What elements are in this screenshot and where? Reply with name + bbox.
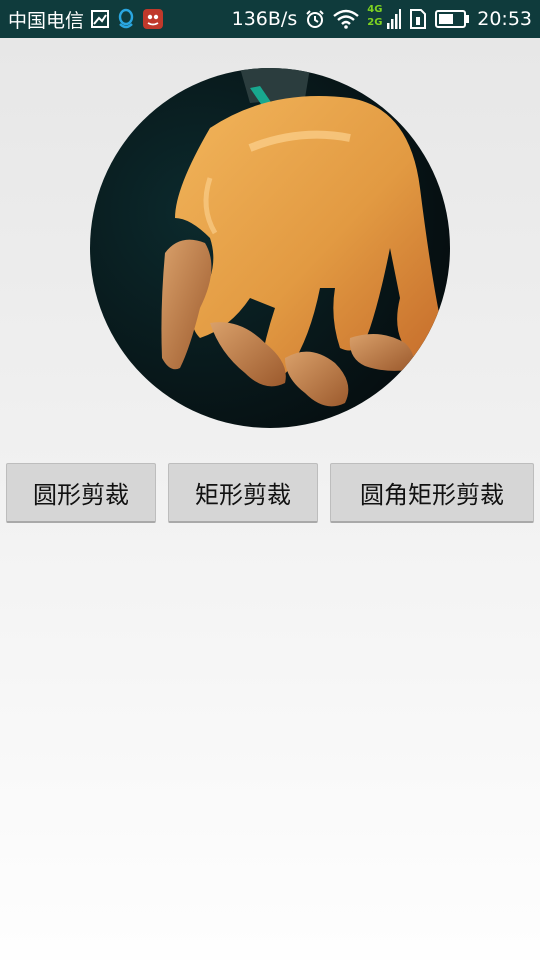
signal-4g-2g-icon: 4G 2G [367, 4, 402, 32]
network-speed: 136B/s [231, 8, 298, 30]
clock: 20:53 [477, 8, 532, 30]
network-2g-label: 2G [367, 17, 383, 28]
rounded-rect-crop-button[interactable]: 圆角矩形剪裁 [330, 463, 534, 523]
gallery-icon [90, 9, 110, 29]
network-4g-label: 4G [367, 4, 383, 15]
circle-crop-button[interactable]: 圆形剪裁 [6, 463, 156, 523]
wifi-icon [333, 9, 360, 29]
cropped-hands-image [90, 68, 450, 428]
status-bar: 中国电信 136B/s 4G 2G 20:53 [0, 0, 540, 38]
crop-buttons-row: 圆形剪裁 矩形剪裁 圆角矩形剪裁 [0, 463, 540, 525]
carrier-label: 中国电信 [8, 9, 85, 32]
app-icon [142, 8, 164, 30]
battery-icon [435, 10, 470, 28]
alarm-icon [305, 9, 325, 29]
qq-icon [116, 8, 136, 30]
sim-icon [409, 9, 427, 29]
rect-crop-button[interactable]: 矩形剪裁 [168, 463, 318, 523]
